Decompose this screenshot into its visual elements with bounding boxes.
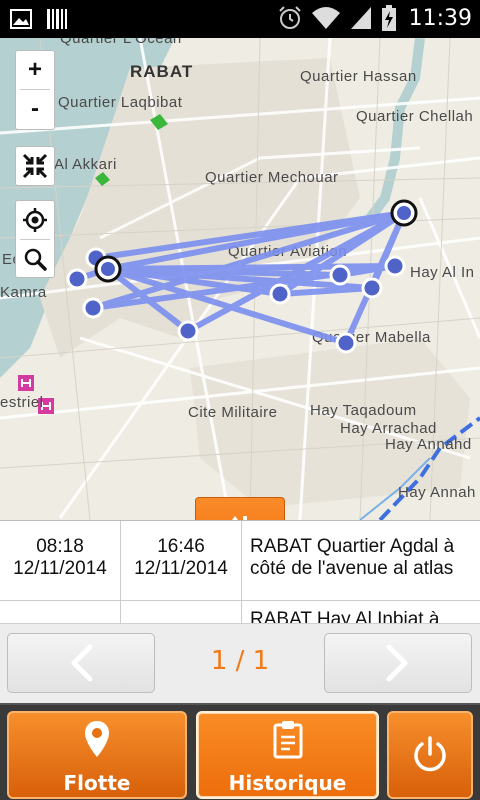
power-icon: [414, 736, 446, 772]
route-point[interactable]: [384, 255, 406, 277]
start-cell: [0, 601, 121, 623]
clock-time: 11:39: [408, 5, 472, 31]
chevron-left-icon: [71, 644, 93, 682]
end-time: 16:46: [157, 536, 205, 557]
pager: 1 / 1: [0, 623, 480, 703]
crosshair-icon: [23, 208, 47, 232]
route-end-marker[interactable]: [390, 199, 418, 227]
clipboard-icon: [273, 721, 302, 759]
previous-page-button[interactable]: [7, 633, 155, 693]
locate-controls: [15, 200, 55, 278]
table-row[interactable]: RABAT Hay Al Inbiat à: [0, 601, 480, 623]
status-bar: 11:39: [0, 0, 480, 38]
fit-bounds-button[interactable]: [16, 147, 54, 185]
zoom-out-button[interactable]: -: [16, 90, 54, 128]
route-point[interactable]: [329, 264, 351, 286]
search-button[interactable]: [16, 240, 54, 278]
table-row[interactable]: 08:18 12/11/2014 16:46 12/11/2014 RABAT …: [0, 521, 480, 601]
end-cell: [121, 601, 242, 623]
nav-flotte-label: Flotte: [63, 771, 131, 795]
trip-history-table: 08:18 12/11/2014 16:46 12/11/2014 RABAT …: [0, 520, 480, 623]
zoom-controls: + -: [15, 50, 55, 130]
toggle-list-button[interactable]: [195, 497, 285, 520]
barcode-icon: [47, 9, 67, 29]
nav-flotte-button[interactable]: Flotte: [7, 711, 187, 799]
route-overlay: [66, 199, 418, 354]
route-point[interactable]: [177, 320, 199, 342]
route-point[interactable]: [82, 297, 104, 319]
zoom-in-button[interactable]: +: [16, 51, 54, 89]
start-time: 08:18: [36, 536, 84, 557]
chevron-right-icon: [386, 644, 408, 682]
signal-icon: [350, 7, 371, 29]
locate-button[interactable]: [16, 201, 54, 239]
location-cell: RABAT Quartier Agdal à côté de l'avenue …: [242, 521, 480, 600]
search-icon: [24, 248, 47, 271]
route-point[interactable]: [335, 332, 357, 354]
end-date: 12/11/2014: [134, 558, 228, 579]
page-indicator: 1 / 1: [210, 646, 270, 676]
route-point[interactable]: [66, 268, 88, 290]
location-line2: côté de l'avenue al atlas: [250, 558, 454, 579]
location-cell: RABAT Hay Al Inbiat à: [242, 601, 480, 623]
route-point[interactable]: [269, 283, 291, 305]
start-cell: 08:18 12/11/2014: [0, 521, 121, 600]
location-line1: RABAT Hay Al Inbiat à: [250, 609, 440, 623]
map-view[interactable]: Quartier L'Ocean RABAT Quartier Hassan Q…: [0, 38, 480, 520]
nav-historique-label: Historique: [228, 771, 347, 795]
map-pin-icon: [85, 721, 109, 757]
location-line1: RABAT Quartier Agdal à: [250, 536, 455, 557]
alarm-icon: [278, 6, 301, 29]
start-date: 12/11/2014: [13, 558, 107, 579]
route-start-marker[interactable]: [94, 255, 122, 283]
route-point[interactable]: [361, 277, 383, 299]
end-cell: 16:46 12/11/2014: [121, 521, 242, 600]
power-button[interactable]: [387, 711, 473, 799]
wifi-icon: [311, 7, 340, 29]
nav-historique-button[interactable]: Historique: [196, 711, 379, 799]
next-page-button[interactable]: [324, 633, 472, 693]
collapse-arrows-icon: [22, 153, 48, 179]
bottom-navigation: Flotte Historique: [0, 703, 480, 800]
fit-bounds-control: [15, 146, 55, 186]
battery-charging-icon: [381, 5, 396, 31]
image-icon: [10, 9, 32, 29]
